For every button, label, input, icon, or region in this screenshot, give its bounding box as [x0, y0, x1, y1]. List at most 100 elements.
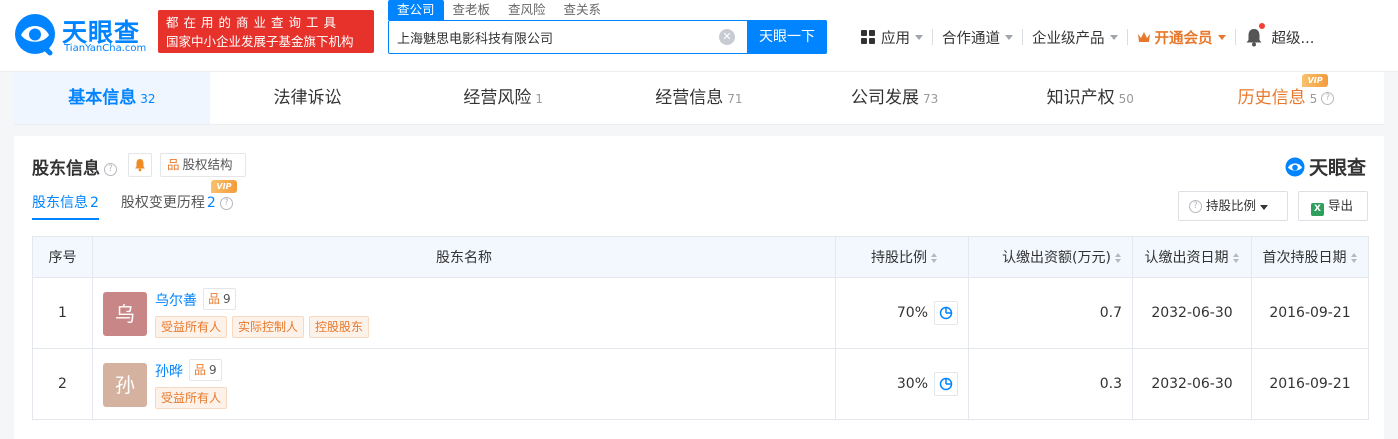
tianyancha-logo[interactable]: 天眼查 TianYanCha.com — [12, 9, 152, 57]
related-companies-button[interactable]: 品9 — [203, 288, 236, 310]
subtab-count: 2 — [90, 195, 99, 211]
tab-risk[interactable]: 经营风险 1 — [405, 72, 601, 124]
subtab-count: 2 — [206, 195, 216, 211]
nav-partner[interactable]: 合作通道 — [942, 27, 1022, 48]
subtab-equity-history[interactable]: VIP 股权变更历程 2? — [121, 180, 237, 220]
nav-open-vip[interactable]: 开通会员 — [1137, 27, 1235, 48]
nav-user-menu[interactable]: 超级... — [1272, 27, 1324, 48]
related-count: 9 — [223, 292, 231, 306]
monitor-button[interactable] — [128, 153, 152, 177]
tag-beneficial-owner[interactable]: 受益所有人 — [155, 387, 228, 409]
vip-badge: VIP — [1302, 74, 1329, 87]
search-box: ✕ 天眼一下 — [388, 20, 827, 54]
chevron-down-icon — [1217, 34, 1226, 40]
capital-date: 2032-06-30 — [1132, 348, 1252, 420]
holder-tags: 受益所有人 — [155, 387, 232, 409]
search-button[interactable]: 天眼一下 — [747, 20, 827, 54]
col-first-date[interactable]: 首次持股日期 — [1251, 236, 1369, 278]
crown-icon — [1137, 32, 1150, 42]
tab-history[interactable]: VIP 历史信息 5? — [1188, 72, 1384, 124]
ratio-cell: 70% — [835, 277, 969, 349]
help-icon[interactable]: ? — [219, 196, 233, 210]
col-capital-date[interactable]: 认缴出资日期 — [1132, 236, 1252, 278]
tab-label: 经营风险 — [463, 88, 532, 108]
nav-apps[interactable]: 应用 — [860, 27, 932, 48]
tab-search-risk[interactable]: 查风险 — [499, 0, 555, 20]
capital-amount: 0.7 — [968, 277, 1133, 349]
tab-label: 知识产权 — [1046, 88, 1115, 108]
holding-ratio: 30% — [896, 376, 928, 392]
capital-amount: 0.3 — [968, 348, 1133, 420]
notification-button[interactable] — [1245, 23, 1265, 47]
org-chart-icon: 品 — [194, 363, 207, 377]
sort-icon — [1350, 253, 1358, 263]
tab-basic-info[interactable]: 基本信息 32 — [14, 72, 210, 124]
export-button[interactable]: X 导出 — [1298, 191, 1368, 221]
holder-cell: 乌 乌尔善 品9 受益所有人 实际控制人 控股股东 — [92, 277, 836, 349]
tab-label: 基本信息 — [68, 88, 137, 108]
col-holder-name: 股东名称 — [92, 236, 836, 278]
slogan-line1: 都在用的商业查询工具 — [166, 15, 342, 30]
help-icon: ? — [1189, 200, 1202, 213]
tab-operation[interactable]: 经营信息 71 — [601, 72, 797, 124]
search-input[interactable] — [397, 27, 717, 47]
table-header-row: 序号 股东名称 持股比例 认缴出资额(万元) 认缴出资日期 首次持股日期 — [32, 236, 1369, 278]
top-nav: 应用 合作通道 企业级产品 开通会员 超级... — [860, 23, 1324, 48]
help-icon[interactable]: ? — [1321, 91, 1335, 105]
top-header: 天眼查 TianYanCha.com 都在用的商业查询工具 国家中小企业发展子基… — [0, 0, 1398, 72]
chevron-down-icon — [915, 34, 923, 40]
nav-enterprise[interactable]: 企业级产品 — [1032, 27, 1127, 48]
clear-search-icon[interactable]: ✕ — [719, 29, 735, 45]
tab-legal[interactable]: 法律诉讼 — [210, 72, 406, 124]
avatar[interactable]: 乌 — [103, 292, 147, 336]
tab-ip[interactable]: 知识产权 50 — [992, 72, 1188, 124]
tag-beneficial-owner[interactable]: 受益所有人 — [155, 316, 228, 338]
excel-icon: X — [1311, 203, 1324, 216]
chevron-down-icon — [1260, 205, 1269, 210]
ratio-cell: 30% — [835, 348, 969, 420]
nav-enterprise-label: 企业级产品 — [1032, 30, 1105, 47]
grid-icon — [861, 30, 875, 44]
user-name: 超级... — [1271, 30, 1315, 47]
tab-development[interactable]: 公司发展 73 — [797, 72, 993, 124]
first-holding-date: 2016-09-21 — [1251, 277, 1369, 349]
tab-count: 32 — [140, 92, 156, 106]
ratio-filter-dropdown[interactable]: ? 持股比例 — [1178, 191, 1288, 221]
section-title: 股东信息? — [32, 154, 117, 179]
col-ratio[interactable]: 持股比例 — [835, 236, 969, 278]
tab-search-relation[interactable]: 查关系 — [555, 0, 611, 20]
col-ratio-label: 持股比例 — [871, 250, 927, 266]
holder-name-link[interactable]: 乌尔善 — [155, 290, 197, 310]
tab-label: 法律诉讼 — [273, 88, 342, 108]
related-count: 9 — [209, 363, 217, 377]
col-index: 序号 — [32, 236, 93, 278]
tag-controlling-shareholder[interactable]: 控股股东 — [309, 316, 370, 338]
tab-label: 历史信息 — [1237, 88, 1306, 108]
sort-icon — [931, 253, 938, 263]
tab-search-boss[interactable]: 查老板 — [444, 0, 500, 20]
ratio-chart-button[interactable] — [934, 372, 958, 396]
row-index: 1 — [32, 277, 93, 349]
help-icon[interactable]: ? — [104, 162, 117, 176]
nav-vip-label: 开通会员 — [1154, 30, 1213, 47]
tab-search-company[interactable]: 查公司 — [388, 0, 444, 20]
avatar[interactable]: 孙 — [103, 363, 147, 407]
nav-divider — [932, 29, 933, 45]
tab-count: 50 — [1118, 92, 1134, 106]
col-capital[interactable]: 认缴出资额(万元) — [968, 236, 1133, 278]
related-companies-button[interactable]: 品9 — [189, 359, 222, 381]
equity-structure-button[interactable]: 品股权结构 — [160, 153, 246, 177]
col-capital-label: 认缴出资额(万元) — [1002, 250, 1111, 266]
slogan-banner: 都在用的商业查询工具 国家中小企业发展子基金旗下机构 — [158, 10, 374, 53]
nav-divider — [1022, 29, 1023, 45]
col-first-date-label: 首次持股日期 — [1262, 250, 1347, 266]
vip-badge: VIP — [210, 180, 237, 193]
tab-count: 5 — [1309, 92, 1318, 106]
tag-actual-controller[interactable]: 实际控制人 — [232, 316, 305, 338]
nav-apps-label: 应用 — [881, 30, 910, 47]
row-index: 2 — [32, 348, 93, 420]
holder-name-link[interactable]: 孙晔 — [155, 361, 183, 381]
subtab-shareholders[interactable]: 股东信息 2 — [32, 192, 99, 220]
logo-domain: TianYanCha.com — [64, 43, 147, 54]
ratio-chart-button[interactable] — [934, 301, 958, 325]
